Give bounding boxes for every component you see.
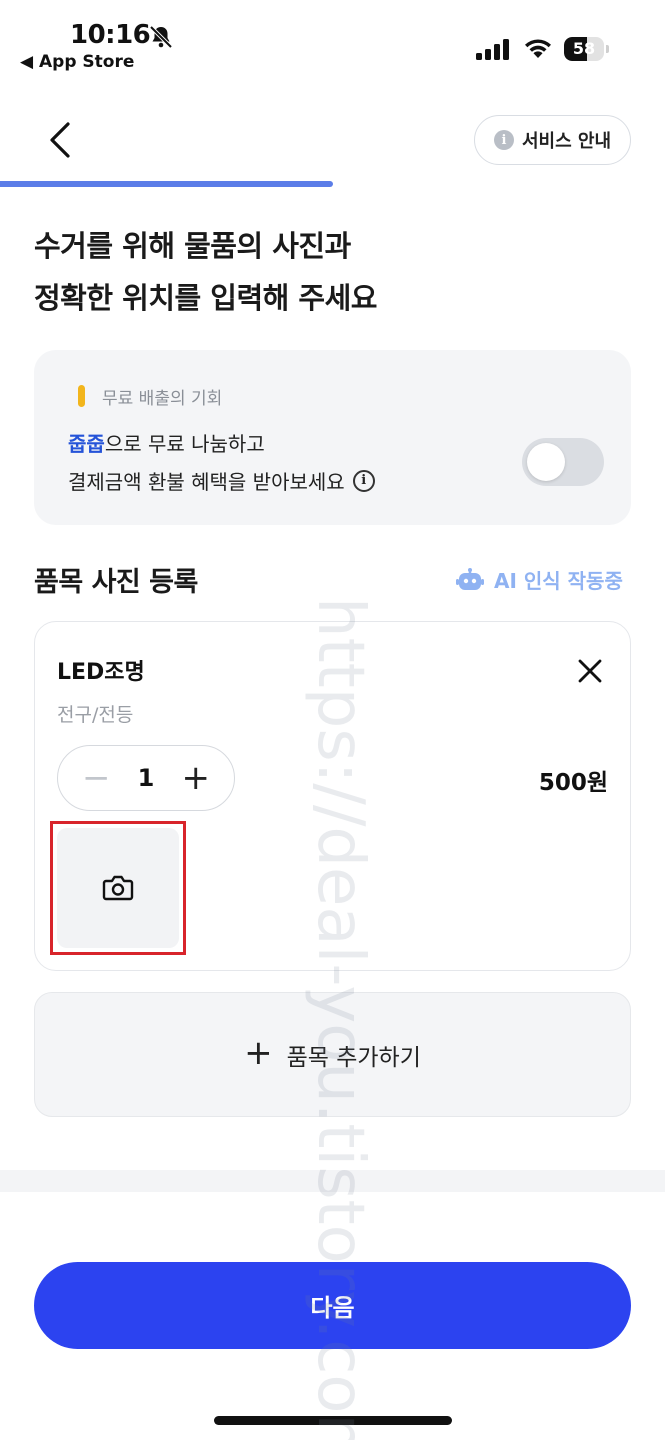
coin-icon (78, 385, 85, 407)
status-bar: 10:16 ◀ App Store 58 (0, 0, 665, 80)
promo-line-2-text: 결제금액 환불 혜택을 받아보세요 (68, 470, 345, 494)
service-guide-button[interactable]: i 서비스 안내 (474, 115, 631, 165)
promo-line-2: 결제금액 환불 혜택을 받아보세요 i (68, 466, 375, 495)
signal-icon (476, 39, 509, 60)
quantity-value: 1 (137, 764, 155, 792)
free-disposal-promo-card: 무료 배출의 기회 줍줍으로 무료 나눔하고 결제금액 환불 혜택을 받아보세요… (34, 350, 631, 525)
add-item-button[interactable]: + 품목 추가하기 (34, 992, 631, 1117)
free-sharing-toggle[interactable] (522, 438, 604, 486)
item-name: LED조명 (57, 660, 145, 685)
back-to-app-store-link[interactable]: ◀ App Store (20, 52, 134, 72)
service-guide-label: 서비스 안내 (521, 131, 612, 152)
ai-status-label: AI 인식 작동중 (494, 569, 623, 593)
add-photo-button[interactable] (57, 828, 179, 948)
page-title: 수거를 위해 물품의 사진과 정확한 위치를 입력해 주세요 (34, 220, 377, 324)
progress-bar (0, 181, 665, 187)
wifi-icon (525, 39, 551, 58)
add-item-label: 품목 추가하기 (286, 1044, 421, 1071)
battery-icon: 58 (564, 37, 604, 61)
progress-fill (0, 181, 333, 187)
info-icon: i (493, 130, 514, 150)
camera-icon (102, 875, 134, 901)
home-indicator[interactable] (214, 1416, 452, 1425)
close-icon[interactable] (575, 656, 605, 686)
quantity-stepper: − 1 + (57, 745, 235, 811)
battery-tip (606, 45, 609, 53)
ai-recognition-status: AI 인식 작동중 (456, 565, 623, 594)
title-line-1: 수거를 위해 물품의 사진과 (34, 229, 351, 263)
back-chevron-icon[interactable] (40, 118, 84, 162)
toggle-knob (527, 443, 565, 481)
photo-highlight-box (50, 821, 186, 955)
section-title: 품목 사진 등록 (34, 567, 198, 598)
section-divider (0, 1170, 665, 1192)
robot-icon (456, 567, 484, 590)
battery-level: 58 (572, 39, 596, 58)
info-icon[interactable]: i (352, 469, 375, 492)
next-button[interactable]: 다음 (34, 1262, 631, 1349)
item-price: 500원 (538, 770, 608, 796)
bell-slash-icon (149, 25, 173, 49)
decrease-button[interactable]: − (82, 761, 111, 795)
promo-label: 무료 배출의 기회 (102, 389, 223, 409)
promo-line-1: 줍줍으로 무료 나눔하고 (68, 428, 265, 457)
status-time: 10:16 (70, 20, 151, 50)
plus-icon: + (244, 1032, 273, 1073)
item-card: LED조명 전구/전등 − 1 + 500원 (34, 621, 631, 971)
increase-button[interactable]: + (181, 761, 210, 795)
promo-brand: 줍줍 (68, 432, 105, 456)
item-category: 전구/전등 (57, 704, 134, 726)
promo-line-1-text: 으로 무료 나눔하고 (104, 432, 265, 456)
title-line-2: 정확한 위치를 입력해 주세요 (34, 281, 377, 315)
